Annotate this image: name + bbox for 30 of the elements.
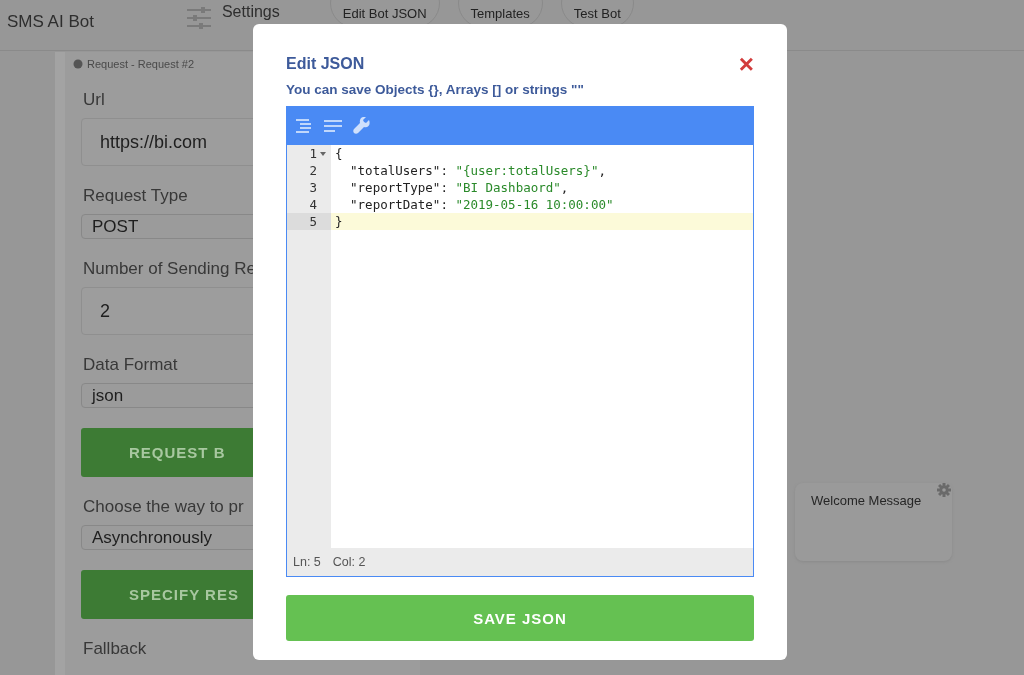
code-text: } [331,213,753,230]
json-editor[interactable]: 1 { 2 "totalUsers": "{user:totalUsers}", 3 "reportType": "BI Dashbaord", 4 "reportDate": "2019-05-16 10:00:00" 5 } Ln: 5 Col: 2 [286,106,754,577]
node-title: Welcome Message [811,493,922,508]
code-text: "reportDate": "2019-05-16 10:00:00" [349,196,615,213]
field-label: Choose the way to pr [83,497,244,517]
gear-icon[interactable] [937,483,951,497]
status-text: Ln: 5 [293,555,321,569]
field-label: Url [83,90,105,110]
panel-title: Request - Request #2 [87,58,194,70]
line-number: 3 [309,179,317,196]
dialog-subtitle: You can save Objects {}, Arrays [] or strings "" [286,82,585,97]
wrench-icon[interactable] [353,117,371,135]
field-label: Data Format [83,355,178,375]
sliders-icon[interactable] [185,6,212,30]
line-number: 5 [309,213,317,230]
code-text: "reportType": "BI Dashbaord", [349,179,570,196]
compact-icon[interactable] [323,119,343,133]
fold-icon[interactable] [319,150,327,157]
status-text: Col: 2 [332,555,366,569]
format-icon[interactable] [295,118,313,134]
settings-label: Settings [221,3,280,21]
close-button[interactable]: × [738,54,754,74]
field-label: Fallback [83,639,147,659]
dialog-title: Edit JSON [286,55,365,73]
app-title: SMS AI Bot [7,12,94,32]
line-number: 1 [309,145,317,162]
field-label: Request Type [83,186,188,206]
flow-node[interactable]: Welcome Message [795,483,952,561]
line-number: 4 [309,196,317,213]
code-text: { [334,145,344,162]
